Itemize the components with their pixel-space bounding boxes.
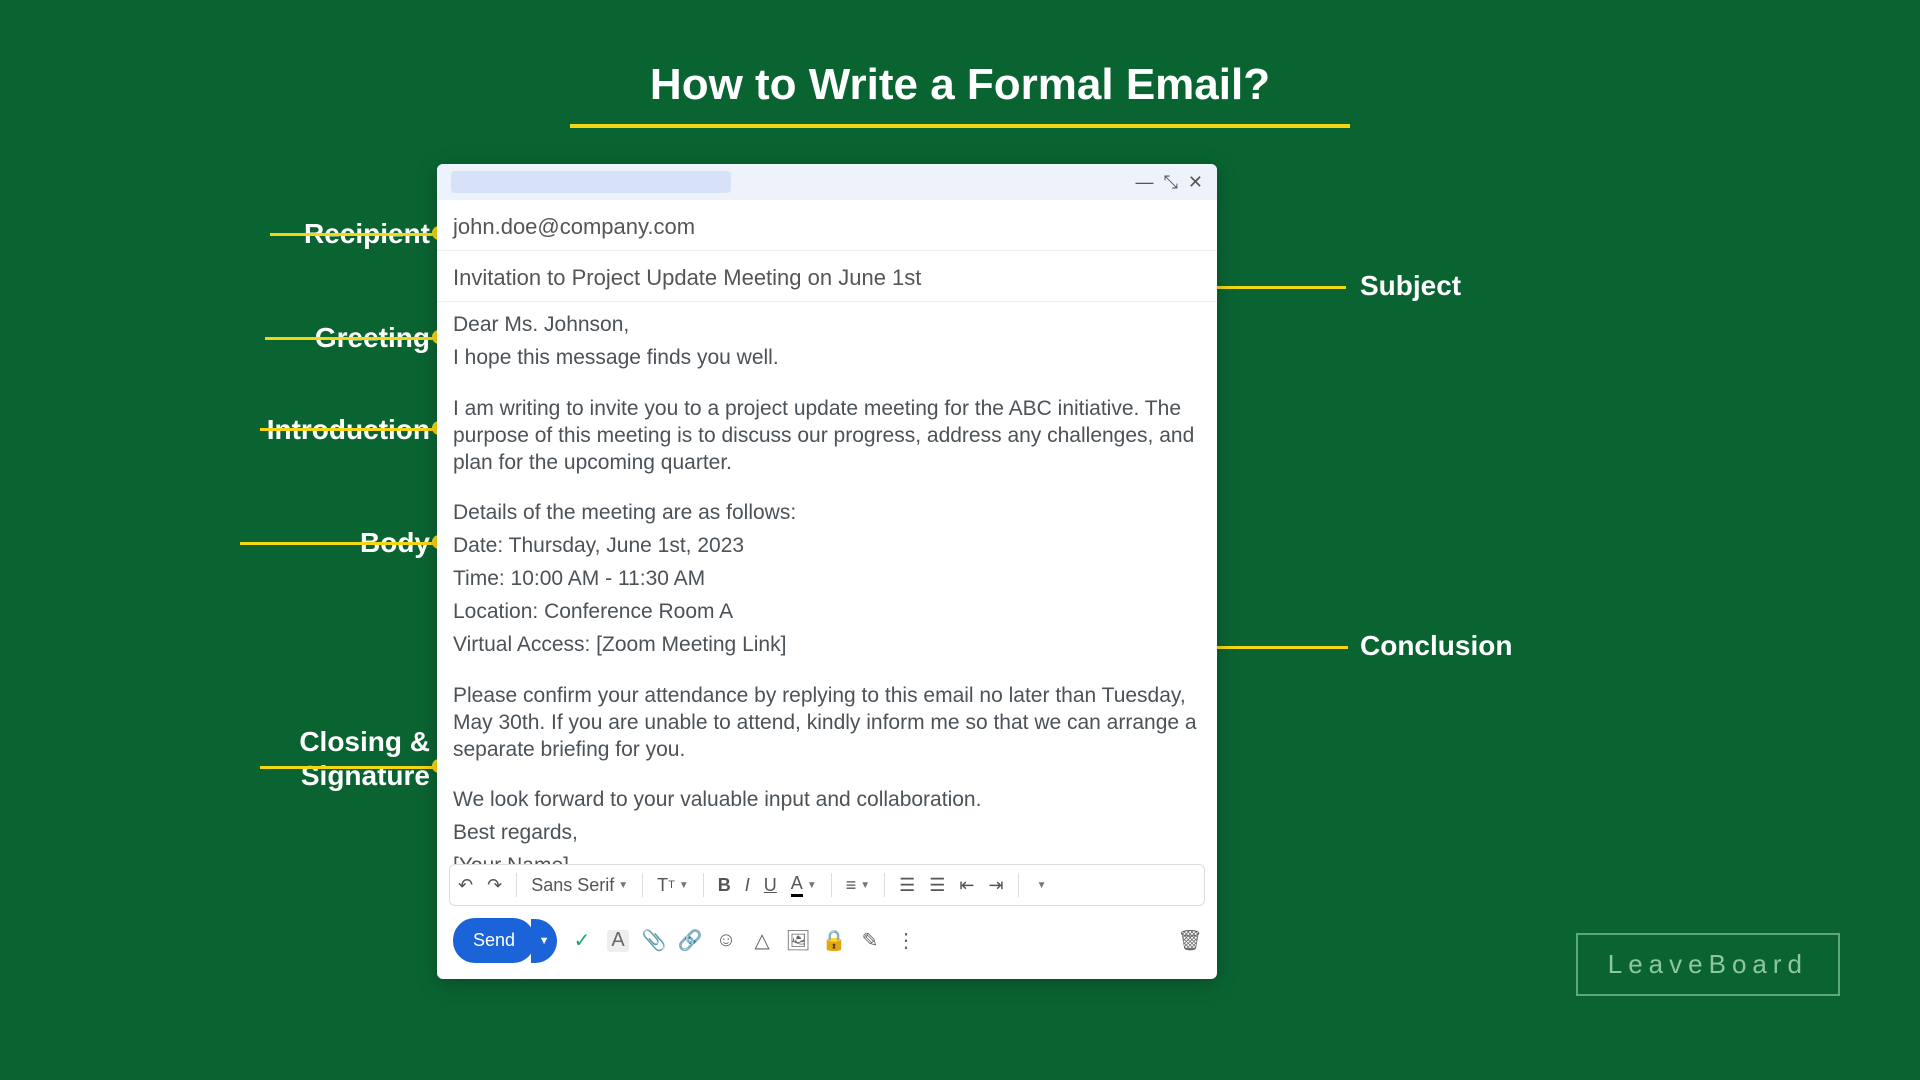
drive-icon[interactable]: △ <box>751 930 773 952</box>
greeting-line: Dear Ms. Johnson, <box>453 312 1201 339</box>
callout-line <box>240 542 440 545</box>
confidential-icon[interactable]: 🔒 <box>823 930 845 952</box>
italic-icon[interactable]: I <box>745 875 750 896</box>
subject-field[interactable]: Invitation to Project Update Meeting on … <box>437 251 1217 302</box>
details-date: Date: Thursday, June 1st, 2023 <box>453 533 1201 560</box>
label-subject: Subject <box>1360 270 1760 302</box>
callout-line <box>260 428 440 431</box>
indent-less-icon[interactable]: ⇤ <box>959 875 974 896</box>
compose-header: — ⤡ ✕ <box>437 164 1217 200</box>
numbered-list-icon[interactable]: ☰ <box>899 875 915 896</box>
callout-line <box>270 233 440 236</box>
attach-icon[interactable]: 📎 <box>643 930 665 952</box>
bullet-list-icon[interactable]: ☰ <box>929 875 945 896</box>
compose-window: — ⤡ ✕ john.doe@company.com Invitation to… <box>437 164 1217 979</box>
page-title: How to Write a Formal Email? <box>650 60 1270 110</box>
closing-name: [Your Name] <box>453 853 1201 864</box>
text-format-icon[interactable]: A <box>607 930 629 952</box>
link-icon[interactable]: 🔗 <box>679 930 701 952</box>
details-time: Time: 10:00 AM - 11:30 AM <box>453 566 1201 593</box>
more-options-icon[interactable]: ⋮ <box>895 930 917 952</box>
minimize-icon[interactable]: — <box>1136 172 1154 193</box>
greeting-line-2: I hope this message finds you well. <box>453 345 1201 372</box>
send-button[interactable]: Send <box>453 918 535 963</box>
indent-more-icon[interactable]: ⇥ <box>989 875 1004 896</box>
collapse-icon[interactable]: ⤡ <box>1164 172 1178 193</box>
undo-icon[interactable]: ↶ <box>458 875 473 896</box>
conclusion-paragraph: Please confirm your attendance by replyi… <box>453 683 1201 764</box>
more-format-icon[interactable]: ▼ <box>1033 880 1047 891</box>
closing-line-2: Best regards, <box>453 820 1201 847</box>
compose-title-pill <box>451 171 731 193</box>
label-conclusion: Conclusion <box>1360 630 1760 662</box>
trash-icon[interactable]: 🗑 <box>1179 930 1201 952</box>
underline-icon[interactable]: U <box>764 875 777 896</box>
spellcheck-icon[interactable]: ✓ <box>571 930 593 952</box>
emoji-icon[interactable]: ☺ <box>715 930 737 952</box>
brand-logo: LeaveBoard <box>1576 933 1840 996</box>
closing-line-1: We look forward to your valuable input a… <box>453 787 1201 814</box>
signature-icon[interactable]: ✎ <box>859 930 881 952</box>
recipient-field[interactable]: john.doe@company.com <box>437 200 1217 251</box>
details-virtual: Virtual Access: [Zoom Meeting Link] <box>453 632 1201 659</box>
font-size-icon[interactable]: TT▼ <box>657 875 689 896</box>
font-select[interactable]: Sans Serif▼ <box>531 875 628 896</box>
title-underline <box>570 124 1350 128</box>
align-icon[interactable]: ≡▼ <box>846 875 870 896</box>
label-closing-signature: Closing &Signature <box>70 725 430 792</box>
callout-line <box>1208 646 1348 649</box>
formatting-toolbar: ↶ ↷ Sans Serif▼ TT▼ B I U A▼ ≡▼ ☰ ☰ ⇤ ⇥ … <box>449 864 1205 906</box>
email-body[interactable]: Dear Ms. Johnson, I hope this message fi… <box>437 302 1217 864</box>
send-options-button[interactable]: ▼ <box>531 919 557 963</box>
bold-icon[interactable]: B <box>718 875 731 896</box>
details-header: Details of the meeting are as follows: <box>453 500 1201 527</box>
callout-line <box>265 337 440 340</box>
callout-line <box>260 766 440 769</box>
compose-actions: Send ▼ ✓ A 📎 🔗 ☺ △ 🖼 🔒 ✎ ⋮ 🗑 <box>437 906 1217 979</box>
text-color-icon[interactable]: A▼ <box>791 873 817 897</box>
redo-icon[interactable]: ↷ <box>487 875 502 896</box>
image-icon[interactable]: 🖼 <box>787 930 809 952</box>
intro-paragraph: I am writing to invite you to a project … <box>453 396 1201 477</box>
details-location: Location: Conference Room A <box>453 599 1201 626</box>
close-icon[interactable]: ✕ <box>1188 172 1203 193</box>
